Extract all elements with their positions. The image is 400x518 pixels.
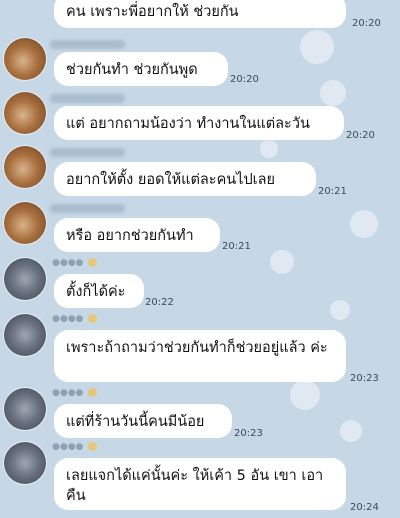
user-avatar[interactable] xyxy=(4,146,46,188)
background-pattern xyxy=(300,30,334,64)
emoji-icon xyxy=(88,314,98,323)
message-bubble[interactable]: หรือ อยากช่วยกันทำ xyxy=(54,218,220,252)
background-pattern xyxy=(350,210,378,238)
message-time: 20:20 xyxy=(346,130,375,141)
message-bubble[interactable]: เพราะถ้าถามว่าช่วยกันทำก็ช่วยอยู่แล้ว ค่… xyxy=(54,330,346,382)
sender-name: ●●●● xyxy=(52,388,98,398)
message-time: 20:24 xyxy=(350,502,379,513)
sender-name: ●●●● xyxy=(52,258,98,268)
background-pattern xyxy=(340,420,362,442)
message-bubble[interactable]: คน เพราะพี่อยากให้ ช่วยกัน xyxy=(54,0,346,28)
message-text: คน เพราะพี่อยากให้ ช่วยกัน xyxy=(66,4,239,20)
message-time: 20:23 xyxy=(234,428,263,439)
user-avatar[interactable] xyxy=(4,388,46,430)
background-pattern xyxy=(290,380,320,410)
sender-name: ●●●● xyxy=(52,314,98,324)
message-time: 20:21 xyxy=(318,186,347,197)
message-bubble[interactable]: แต่ที่ร้านวันนี้คนมีน้อย xyxy=(54,404,232,438)
background-pattern xyxy=(330,300,350,320)
message-bubble[interactable]: ช่วยกันทำ ช่วยกันพูด xyxy=(54,52,228,86)
user-avatar[interactable] xyxy=(4,202,46,244)
message-bubble[interactable]: ตั้งก็ได้ค่ะ xyxy=(54,274,144,308)
background-pattern xyxy=(260,140,278,158)
message-bubble[interactable]: แต่ อยากถามน้องว่า ทำงานในแต่ละวัน xyxy=(54,106,344,140)
message-time: 20:21 xyxy=(222,241,251,252)
user-avatar[interactable] xyxy=(4,258,46,300)
emoji-icon xyxy=(88,388,98,397)
sender-name xyxy=(50,94,125,103)
message-time: 20:22 xyxy=(145,297,174,308)
message-text: ตั้งก็ได้ค่ะ xyxy=(66,284,126,300)
emoji-icon xyxy=(88,442,98,451)
sender-name xyxy=(50,40,125,49)
message-time: 20:20 xyxy=(230,74,259,85)
user-avatar[interactable] xyxy=(4,92,46,134)
message-text: แต่ อยากถามน้องว่า ทำงานในแต่ละวัน xyxy=(66,116,310,132)
background-pattern xyxy=(270,250,294,274)
message-time: 20:20 xyxy=(352,18,381,29)
message-text: ช่วยกันทำ ช่วยกันพูด xyxy=(66,62,198,78)
emoji-icon xyxy=(88,258,98,267)
message-text: เลยแจกได้แค่นั้นค่ะ ให้เค้า 5 อัน เขา เอ… xyxy=(66,468,324,504)
message-text: หรือ อยากช่วยกันทำ xyxy=(66,228,194,244)
sender-name xyxy=(50,148,125,157)
message-bubble[interactable]: อยากให้ตั้ง ยอดให้แต่ละคนไปเลย xyxy=(54,162,316,196)
message-time: 20:23 xyxy=(350,373,379,384)
user-avatar[interactable] xyxy=(4,314,46,356)
message-text: เพราะถ้าถามว่าช่วยกันทำก็ช่วยอยู่แล้ว ค่… xyxy=(66,340,328,356)
message-text: อยากให้ตั้ง ยอดให้แต่ละคนไปเลย xyxy=(66,172,276,188)
sender-name: ●●●● xyxy=(52,442,98,452)
message-text: แต่ที่ร้านวันนี้คนมีน้อย xyxy=(66,414,205,430)
user-avatar[interactable] xyxy=(4,442,46,484)
sender-name xyxy=(50,204,125,213)
background-pattern xyxy=(320,80,346,106)
message-bubble[interactable]: เลยแจกได้แค่นั้นค่ะ ให้เค้า 5 อัน เขา เอ… xyxy=(54,458,346,510)
chat-area[interactable]: คน เพราะพี่อยากให้ ช่วยกัน 20:20 ช่วยกัน… xyxy=(0,0,400,518)
user-avatar[interactable] xyxy=(4,38,46,80)
